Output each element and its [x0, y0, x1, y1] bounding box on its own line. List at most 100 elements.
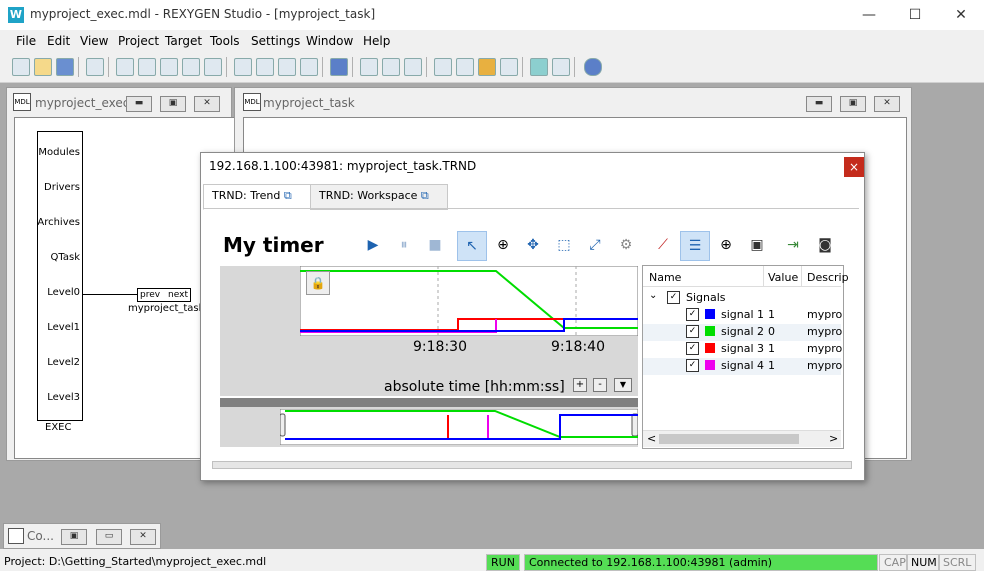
pointer-icon[interactable]: ↖	[457, 231, 487, 261]
signals-panel: Name Value Descrip ⌄ ✓ Signals ✓ signal …	[642, 265, 849, 449]
paste-icon[interactable]	[160, 58, 178, 76]
signal-checkbox[interactable]: ✓	[686, 308, 699, 321]
connect-icon[interactable]	[478, 58, 496, 76]
tab-trend[interactable]: TRND: Trend ⧉	[203, 184, 311, 210]
toolbar	[0, 52, 984, 83]
range-handle-right[interactable]	[631, 413, 638, 437]
task-restore-button[interactable]: ▣	[840, 96, 866, 112]
window-icon	[8, 528, 24, 544]
min-restore-button[interactable]: ▣	[61, 529, 87, 545]
settings-gear-icon[interactable]: ⚙	[612, 231, 640, 259]
col-value-header[interactable]: Value	[768, 271, 798, 284]
crosshair-icon[interactable]: ⊕	[489, 231, 517, 259]
signal-checkbox[interactable]: ✓	[686, 342, 699, 355]
menu-view[interactable]: View	[80, 34, 108, 48]
trend-plot[interactable]	[300, 266, 638, 336]
title-bar: W myproject_exec.mdl - REXYGEN Studio - …	[0, 0, 984, 30]
pan-icon[interactable]: ✥	[519, 231, 547, 259]
window-clock-icon[interactable]: ▣	[743, 231, 771, 259]
undo-icon[interactable]	[182, 58, 200, 76]
minimized-subwindow[interactable]: Co... ▣ ▭ ✕	[3, 523, 161, 549]
pause-icon[interactable]: ⏸	[390, 231, 418, 259]
group-checkbox[interactable]: ✓	[667, 291, 680, 304]
exec-minimize-button[interactable]: ▬	[126, 96, 152, 112]
min-maximize-button[interactable]: ▭	[96, 529, 122, 545]
exec-restore-button[interactable]: ▣	[160, 96, 186, 112]
range-handle-left[interactable]	[280, 413, 286, 437]
menu-project[interactable]: Project	[118, 34, 159, 48]
save-icon[interactable]	[56, 58, 74, 76]
signal-row[interactable]: ✓ signal 1 1 mypro	[643, 307, 842, 324]
block-red-icon[interactable]	[456, 58, 474, 76]
zoom-fit-icon[interactable]	[300, 58, 318, 76]
signal-row[interactable]: ✓ signal 3 1 mypro	[643, 341, 842, 358]
menu-tools[interactable]: Tools	[210, 34, 240, 48]
signals-group-row[interactable]: ⌄ ✓ Signals	[643, 290, 841, 307]
menu-target[interactable]: Target	[165, 34, 202, 48]
signal-row[interactable]: ✓ signal 4 1 mypro	[643, 358, 842, 375]
menu-edit[interactable]: Edit	[47, 34, 70, 48]
print-icon[interactable]	[86, 58, 104, 76]
col-name-header[interactable]: Name	[649, 271, 681, 284]
maximize-button[interactable]: ☐	[892, 0, 938, 30]
export-icon[interactable]: ⇥	[779, 231, 807, 259]
legend-list-icon[interactable]: ☰	[680, 231, 710, 261]
signal-checkbox[interactable]: ✓	[686, 325, 699, 338]
exec-close-button[interactable]: ✕	[194, 96, 220, 112]
redo-icon[interactable]	[204, 58, 222, 76]
series-icon[interactable]: ⟋	[649, 231, 677, 259]
exec-block[interactable]: Modules Drivers Archives QTask Level0 Le…	[37, 131, 83, 421]
menu-settings[interactable]: Settings	[251, 34, 300, 48]
tab-workspace[interactable]: TRND: Workspace ⧉	[310, 184, 448, 210]
play-icon[interactable]: ▶	[359, 231, 387, 259]
col-desc-header[interactable]: Descrip	[807, 271, 849, 284]
upload-icon[interactable]	[382, 58, 400, 76]
zoom-out-icon[interactable]	[256, 58, 274, 76]
cursor-add-icon[interactable]: ⊕	[712, 231, 740, 259]
compile-icon[interactable]	[330, 58, 348, 76]
plot-frame	[300, 266, 638, 336]
open-folder-icon[interactable]	[34, 58, 52, 76]
signal-row[interactable]: ✓ signal 2 0 mypro	[643, 324, 842, 341]
open-external-icon: ⧉	[283, 189, 292, 202]
zoom-rect-icon[interactable]: ⬚	[550, 231, 578, 259]
task-minimize-button[interactable]: ▬	[806, 96, 832, 112]
copy-icon[interactable]	[138, 58, 156, 76]
menu-window[interactable]: Window	[306, 34, 353, 48]
zoom-minus-button[interactable]: -	[593, 378, 607, 392]
block-icon[interactable]	[434, 58, 452, 76]
min-close-button[interactable]: ✕	[130, 529, 156, 545]
new-file-icon[interactable]	[12, 58, 30, 76]
zoom-in-icon[interactable]	[234, 58, 252, 76]
signal-checkbox[interactable]: ✓	[686, 359, 699, 372]
dialog-close-button[interactable]: ×	[844, 157, 864, 177]
scroll-right-button[interactable]: >	[829, 432, 838, 445]
watch-icon[interactable]	[530, 58, 548, 76]
cut-icon[interactable]	[116, 58, 134, 76]
info-icon[interactable]	[584, 58, 602, 76]
zoom-plus-button[interactable]: +	[573, 378, 587, 392]
zoom-fit-icon[interactable]: ⤢	[581, 231, 609, 259]
signal-value: 1	[768, 359, 775, 372]
stop-icon[interactable]: ■	[421, 231, 449, 259]
scrollbar-thumb[interactable]	[659, 434, 799, 444]
minimize-button[interactable]: —	[846, 0, 892, 30]
menu-help[interactable]: Help	[363, 34, 390, 48]
menu-file[interactable]: File	[16, 34, 36, 48]
axis-dropdown-button[interactable]: ▼	[614, 378, 632, 392]
task-close-button[interactable]: ✕	[874, 96, 900, 112]
lock-icon[interactable]: 🔒	[306, 271, 330, 295]
overview-plot[interactable]	[280, 409, 638, 445]
list-icon[interactable]	[500, 58, 518, 76]
horizontal-scrollbar[interactable]: < >	[643, 430, 841, 447]
task-block[interactable]: prev next	[137, 288, 191, 302]
download-icon[interactable]	[360, 58, 378, 76]
diagnostics-icon[interactable]	[404, 58, 422, 76]
collapse-chevron-icon[interactable]: ⌄	[649, 290, 657, 301]
zoom-reset-icon[interactable]	[278, 58, 296, 76]
trend-icon[interactable]	[552, 58, 570, 76]
scroll-left-button[interactable]: <	[647, 432, 656, 445]
close-button[interactable]: ✕	[938, 0, 984, 30]
camera-icon[interactable]: ◙	[811, 231, 839, 259]
overview-scrollbar[interactable]	[220, 398, 638, 407]
